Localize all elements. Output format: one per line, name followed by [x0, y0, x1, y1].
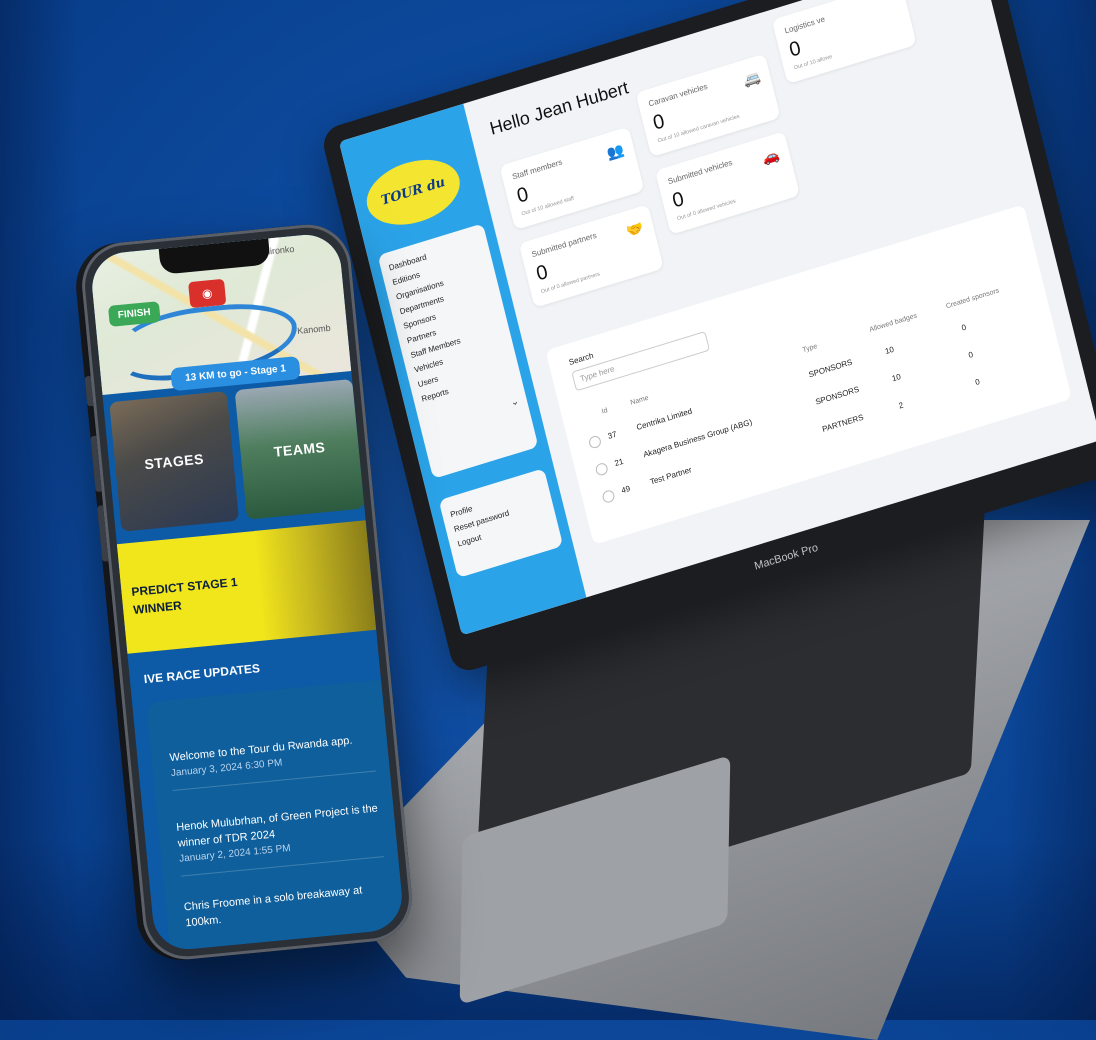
cell-name: Test Partner	[649, 465, 693, 487]
cell-id: 49	[620, 483, 632, 496]
stat-value: 0	[787, 37, 804, 62]
list-item[interactable]: Welcome to the Tour du Rwanda app. Janua…	[168, 730, 376, 792]
phone-volume-up	[90, 435, 102, 493]
users-icon: 👥	[605, 141, 626, 162]
stat-label: Caravan vehicles	[647, 81, 709, 109]
phone-mute-switch	[84, 375, 94, 407]
cell-created: 0	[967, 349, 974, 360]
search-input[interactable]: Type here	[571, 330, 711, 392]
list-item[interactable]: Chris Froome in a solo breakaway at 100k…	[183, 880, 390, 939]
rider-location-icon[interactable]: ◉	[188, 278, 227, 309]
search-label: Search	[567, 350, 595, 368]
stages-tile-label: STAGES	[143, 450, 205, 473]
live-updates-heading: IVE RACE UPDATES	[143, 661, 261, 687]
phone-screen: Kimironko Kanomb FINISH ◉ 13 KM to go - …	[89, 231, 405, 953]
cell-allowed: 2	[897, 400, 905, 411]
cell-allowed: 10	[891, 371, 902, 384]
stat-label: Logistics ve	[783, 14, 826, 36]
teams-tile[interactable]: TEAMS	[234, 378, 365, 520]
stat-value: 0	[534, 260, 551, 286]
profile-menu: Profile Reset password Logout	[438, 468, 564, 579]
cell-allowed: 10	[884, 344, 895, 357]
predict-winner-label: PREDICT STAGE 1 WINNER	[130, 574, 239, 617]
column-header-created-sponsors[interactable]: Created sponsors	[945, 287, 1000, 310]
phone-volume-down	[97, 505, 109, 562]
cell-type: PARTNERS	[821, 412, 865, 434]
tour-du-rwanda-logo: TOUR du RWANDA	[360, 149, 467, 267]
live-updates-list[interactable]: Welcome to the Tour du Rwanda app. Janua…	[146, 678, 405, 952]
stat-label: Staff members	[511, 157, 564, 182]
cell-created: 0	[974, 377, 981, 388]
page-greeting: Hello Jean Hubert	[487, 77, 631, 139]
column-header-id[interactable]: Id	[601, 407, 608, 416]
stat-card-logistics[interactable]: Logistics ve 0 Out of 10 allowe	[771, 0, 917, 85]
column-header-allowed-badges[interactable]: Allowed badges	[869, 313, 918, 334]
map-place-label: Kanomb	[296, 322, 332, 336]
cell-id: 21	[613, 456, 625, 469]
cell-name: Centrika Limited	[635, 406, 694, 433]
list-item[interactable]: Henok Mulubrhan, of Green Project is the…	[175, 800, 385, 877]
predict-winner-banner[interactable]: PREDICT STAGE 1 WINNER	[116, 520, 377, 654]
teams-tile-label: TEAMS	[273, 438, 326, 460]
column-header-name[interactable]: Name	[630, 395, 650, 407]
stat-value: 0	[514, 183, 531, 208]
handshake-icon: 🤝	[624, 218, 646, 240]
stat-label: Submitted vehicles	[666, 157, 734, 187]
cell-created: 0	[960, 322, 968, 333]
car-icon: 🚗	[760, 145, 782, 167]
row-checkbox[interactable]	[601, 488, 616, 505]
column-header-type[interactable]: Type	[802, 343, 818, 354]
update-text: Chris Froome in a solo breakaway at 100k…	[183, 884, 363, 930]
cell-type: SPONSORS	[807, 357, 854, 380]
stages-tile[interactable]: STAGES	[109, 391, 240, 532]
stat-value: 0	[650, 110, 667, 135]
chevron-down-icon[interactable]: ⌄	[510, 396, 521, 409]
row-checkbox[interactable]	[587, 434, 603, 450]
stat-sub: Out of 10 allowed caravan vehicles	[657, 113, 741, 145]
stat-label: Submitted partners	[530, 230, 598, 260]
van-icon: 🚐	[741, 68, 762, 89]
cell-id: 37	[606, 429, 618, 441]
row-checkbox[interactable]	[594, 461, 609, 477]
cell-type: SPONSORS	[814, 384, 861, 407]
sidebar-nav: Dashboard Editions Organisations Departm…	[377, 223, 539, 479]
stat-value: 0	[670, 187, 687, 213]
